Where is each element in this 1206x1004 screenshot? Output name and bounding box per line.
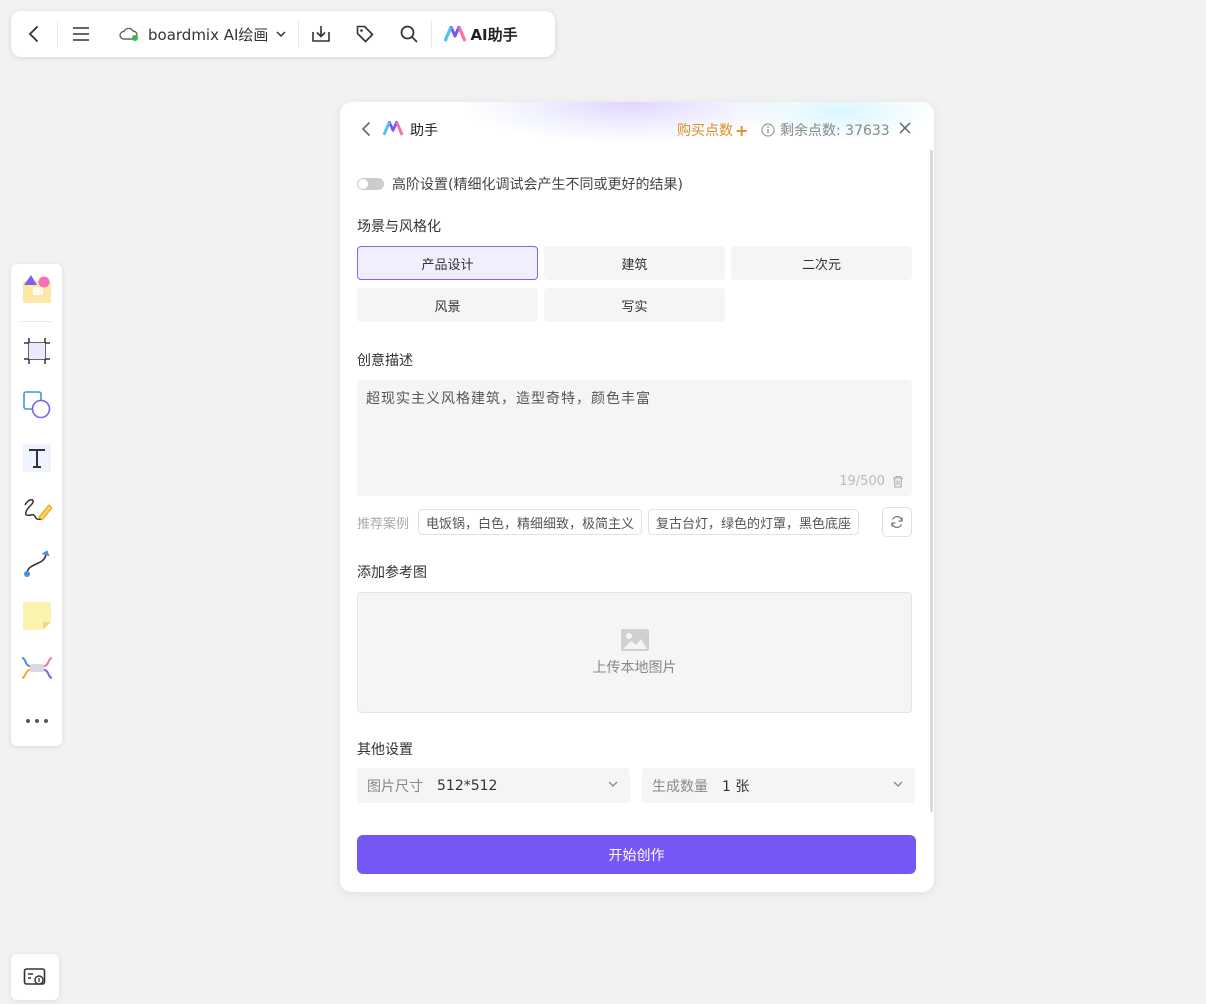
style-option[interactable]: 二次元 <box>731 246 912 280</box>
recommended-label: 推荐案例 <box>357 516 410 532</box>
more-tools-button[interactable] <box>19 703 55 739</box>
templates-icon <box>23 275 51 303</box>
close-icon[interactable] <box>897 120 913 136</box>
recommended-chip[interactable]: 电饭锅，白色，精细细致，极简主义 <box>418 509 643 535</box>
shape-icon <box>23 391 51 419</box>
generate-count-label: 生成数量 <box>652 778 708 795</box>
shape-tool[interactable] <box>19 387 55 423</box>
chevron-down-icon <box>893 781 903 787</box>
more-icon <box>26 719 48 723</box>
chevron-down-icon <box>276 30 286 37</box>
document-title: boardmix AI绘画 <box>148 25 269 44</box>
panel-title: 助手 <box>410 123 438 139</box>
ai-logo-icon <box>444 26 467 42</box>
character-count: 19/500 <box>839 474 885 489</box>
mindmap-tool[interactable] <box>19 650 55 686</box>
presentation-icon <box>23 968 46 985</box>
connector-tool[interactable] <box>19 545 55 581</box>
left-toolbar <box>11 264 62 746</box>
image-icon <box>620 628 649 651</box>
description-label: 创意描述 <box>357 353 413 369</box>
advanced-settings-label: 高阶设置(精细化调试会产生不同或更好的结果) <box>392 177 683 193</box>
menu-icon <box>73 27 89 41</box>
toolbar-separator <box>21 321 52 322</box>
panel-header: 助手 购买点数 + 剩余点数: 37633 <box>340 102 934 156</box>
sticky-note-icon <box>23 602 51 630</box>
tag-button[interactable] <box>343 11 387 57</box>
style-option[interactable]: 建筑 <box>544 246 725 280</box>
chevron-down-icon <box>608 781 618 787</box>
download-icon <box>312 26 331 42</box>
download-button[interactable] <box>299 11 343 57</box>
buy-points-label: 购买点数 <box>677 123 733 139</box>
style-option[interactable]: 产品设计 <box>357 246 538 280</box>
refresh-icon <box>891 515 903 529</box>
recommended-chip[interactable]: 复古台灯，绿色的灯罩，黑色底座 <box>648 509 860 535</box>
generate-count-select[interactable]: 生成数量 1 张 <box>642 768 915 803</box>
cloud-icon <box>119 27 138 41</box>
back-button[interactable] <box>11 11 57 57</box>
trash-icon[interactable] <box>892 475 904 488</box>
presentation-button[interactable] <box>11 954 59 1000</box>
back-icon <box>28 26 38 42</box>
ai-assistant-label: AI助手 <box>470 25 518 44</box>
upload-label: 上传本地图片 <box>592 659 677 676</box>
style-option[interactable]: 写实 <box>544 288 725 322</box>
refresh-examples-button[interactable] <box>882 507 912 537</box>
templates-button[interactable] <box>19 271 55 307</box>
scene-style-label: 场景与风格化 <box>357 219 441 235</box>
document-title-dropdown[interactable]: boardmix AI绘画 <box>104 11 298 57</box>
recommended-examples: 推荐案例 电饭锅，白色，精细细致，极简主义 复古台灯，绿色的灯罩，黑色底座 <box>357 508 860 536</box>
style-option[interactable]: 风景 <box>357 288 538 322</box>
image-size-value: 512*512 <box>437 777 498 794</box>
start-create-button[interactable]: 开始创作 <box>357 835 916 874</box>
search-icon <box>401 25 419 43</box>
other-settings-label: 其他设置 <box>357 742 413 758</box>
description-textarea[interactable]: 超现实主义风格建筑，造型奇特，颜色丰富 19/500 <box>357 380 912 496</box>
image-size-select[interactable]: 图片尺寸 512*512 <box>357 768 630 803</box>
image-size-label: 图片尺寸 <box>367 778 423 795</box>
generate-count-value: 1 张 <box>722 778 750 795</box>
advanced-settings-toggle[interactable] <box>357 178 384 190</box>
ai-logo-icon <box>383 121 403 136</box>
connector-icon <box>24 550 50 577</box>
buy-points-link[interactable]: 购买点数 + <box>677 120 748 140</box>
description-text: 超现实主义风格建筑，造型奇特，颜色丰富 <box>366 391 651 407</box>
tag-icon <box>357 25 374 43</box>
search-button[interactable] <box>387 11 431 57</box>
mindmap-icon <box>21 657 53 679</box>
ai-assistant-button[interactable]: AI助手 <box>432 11 529 57</box>
upload-image-area[interactable]: 上传本地图片 <box>357 592 912 713</box>
top-toolbar: boardmix AI绘画 AI助手 <box>11 11 555 57</box>
plus-icon: + <box>735 120 749 140</box>
reference-image-label: 添加参考图 <box>357 565 427 581</box>
frame-icon <box>24 338 50 364</box>
advanced-settings-row: 高阶设置(精细化调试会产生不同或更好的结果) <box>357 174 683 194</box>
text-icon <box>23 444 51 472</box>
remaining-points: 剩余点数: 37633 <box>761 120 890 140</box>
panel-scrollbar[interactable] <box>930 150 933 812</box>
menu-button[interactable] <box>58 11 104 57</box>
text-tool[interactable] <box>19 440 55 476</box>
sticky-note-tool[interactable] <box>19 598 55 634</box>
pen-tool[interactable] <box>19 492 55 528</box>
back-icon[interactable] <box>358 120 374 138</box>
ai-assistant-panel: 助手 购买点数 + 剩余点数: 37633 高阶设置(精细化调试会产生不同或更好… <box>340 102 934 892</box>
pen-icon <box>24 499 53 521</box>
remaining-points-text: 剩余点数: 37633 <box>780 123 890 139</box>
info-icon <box>761 123 775 137</box>
frame-tool[interactable] <box>19 333 55 369</box>
